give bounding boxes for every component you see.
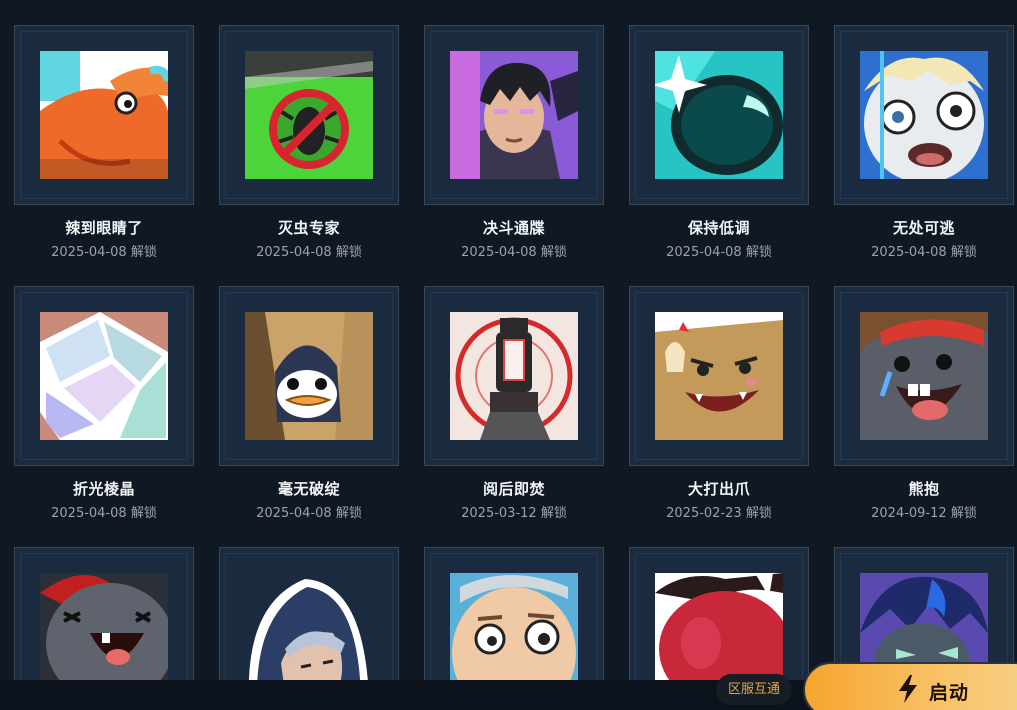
sticker-frame [14, 547, 194, 680]
penguin-hiding-art [245, 312, 373, 440]
launch-label: 启动 [929, 682, 970, 704]
launch-button[interactable]: 启动 [803, 662, 1017, 710]
sticker-unlock-date: 2025-04-08 解锁 [51, 245, 157, 260]
sticker-frame [14, 286, 194, 466]
sticker-card[interactable]: 决斗通牒 2025-04-08 解锁 [424, 25, 604, 260]
sticker-unlock-date: 2025-04-08 解锁 [256, 245, 362, 260]
crying-bear-art [860, 312, 988, 440]
sticker-unlock-date: 2025-03-12 解锁 [461, 506, 567, 521]
sticker-frame [629, 547, 809, 680]
sticker-collection-page: 辣到眼睛了 2025-04-08 解锁 灭虫专家 2025-04-08 解锁 决… [0, 0, 1017, 710]
hooded-figure-art [245, 573, 373, 680]
laughing-creature-art [40, 573, 168, 680]
sticker-unlock-date: 2024-09-12 解锁 [871, 506, 977, 521]
prism-glass-art [40, 312, 168, 440]
sticker-frame [424, 547, 604, 680]
sticker-card[interactable] [629, 547, 809, 680]
sticker-card[interactable]: 辣到眼睛了 2025-04-08 解锁 [14, 25, 194, 260]
dark-visor-art [655, 51, 783, 179]
sticker-name: 大打出爪 [687, 480, 750, 498]
cross-server-badge[interactable]: 区服互通 [716, 674, 792, 705]
duelist-portrait-art [450, 51, 578, 179]
red-blob-art [655, 573, 783, 680]
sticker-name: 决斗通牒 [482, 219, 545, 237]
sticker-card[interactable]: 无处可逃 2025-04-08 解锁 [834, 25, 1014, 260]
sticker-frame [424, 286, 604, 466]
sticker-name: 灭虫专家 [277, 219, 340, 237]
sticker-card[interactable] [834, 547, 1014, 680]
sticker-frame [219, 286, 399, 466]
sticker-frame [834, 25, 1014, 205]
sticker-card[interactable]: 熊抱 2024-09-12 解锁 [834, 286, 1014, 521]
sticker-card[interactable]: 阅后即焚 2025-03-12 解锁 [424, 286, 604, 521]
sticker-unlock-date: 2025-04-08 解锁 [461, 245, 567, 260]
burning-lamp-art [450, 312, 578, 440]
sticker-card[interactable]: 折光棱晶 2025-04-08 解锁 [14, 286, 194, 521]
sticker-unlock-date: 2025-04-08 解锁 [256, 506, 362, 521]
sticker-name: 折光棱晶 [72, 480, 135, 498]
sticker-card[interactable] [219, 547, 399, 680]
sticker-name: 无处可逃 [892, 219, 955, 237]
sticker-frame [219, 547, 399, 680]
no-bug-sign-art [245, 51, 373, 179]
sticker-frame [629, 286, 809, 466]
sticker-grid: 辣到眼睛了 2025-04-08 解锁 灭虫专家 2025-04-08 解锁 决… [0, 0, 1017, 680]
sticker-name: 毫无破绽 [277, 480, 340, 498]
sticker-card[interactable]: 保持低调 2025-04-08 解锁 [629, 25, 809, 260]
scared-face-art [860, 51, 988, 179]
sticker-name: 阅后即焚 [482, 480, 545, 498]
sticker-frame [219, 25, 399, 205]
sticker-frame [629, 25, 809, 205]
worried-face-art [450, 573, 578, 680]
sticker-card[interactable] [424, 547, 604, 680]
red-dragon-spicy-art [40, 51, 168, 179]
sticker-frame [834, 547, 1014, 680]
sticker-name: 辣到眼睛了 [65, 219, 143, 237]
sticker-frame [834, 286, 1014, 466]
sticker-card[interactable] [14, 547, 194, 680]
sticker-unlock-date: 2025-04-08 解锁 [51, 506, 157, 521]
sticker-card[interactable]: 大打出爪 2025-02-23 解锁 [629, 286, 809, 521]
sticker-card[interactable]: 灭虫专家 2025-04-08 解锁 [219, 25, 399, 260]
sticker-unlock-date: 2025-04-08 解锁 [871, 245, 977, 260]
lightning-bolt-icon [897, 675, 919, 703]
sticker-name: 熊抱 [908, 480, 940, 498]
sticker-frame [424, 25, 604, 205]
sticker-unlock-date: 2025-02-23 解锁 [666, 506, 772, 521]
sticker-name: 保持低调 [687, 219, 750, 237]
angry-cat-art [655, 312, 783, 440]
sticker-card[interactable]: 毫无破绽 2025-04-08 解锁 [219, 286, 399, 521]
sticker-frame [14, 25, 194, 205]
sticker-unlock-date: 2025-04-08 解锁 [666, 245, 772, 260]
